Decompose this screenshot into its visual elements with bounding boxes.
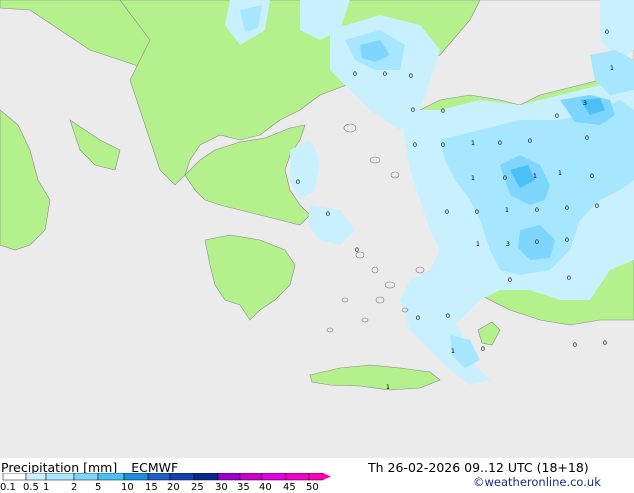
precip-value-label: 0 <box>595 202 599 210</box>
legend-swatch <box>2 473 27 481</box>
precip-value-label: 0 <box>326 210 330 218</box>
legend-tick-label: 50 <box>306 482 319 493</box>
precip-value-label: 0 <box>535 238 539 246</box>
precip-value-label: 0 <box>567 274 571 282</box>
precip-value-label: 0 <box>565 204 569 212</box>
precip-value-label: 0 <box>475 208 479 216</box>
legend-tick-label: 10 <box>121 482 134 493</box>
legend-swatch <box>308 473 324 481</box>
precip-value-label: 0 <box>528 137 532 145</box>
legend-swatch <box>123 473 149 481</box>
precip-value-label: 0 <box>573 341 577 349</box>
precip-value-label: 0 <box>353 70 357 78</box>
precip-value-label: 0 <box>605 28 609 36</box>
legend-swatch <box>147 473 171 481</box>
precip-value-label: 0 <box>498 139 502 147</box>
precip-value-label: 0 <box>445 208 449 216</box>
legend-tick-label: 35 <box>237 482 250 493</box>
legend-overflow-arrow <box>323 473 331 480</box>
precip-value-label: 0 <box>383 70 387 78</box>
precip-value-label: 0 <box>409 72 413 80</box>
precip-value-label: 3 <box>583 99 587 107</box>
precip-value-label: 0 <box>503 174 507 182</box>
precip-value-label: 1 <box>533 172 537 180</box>
legend-tick-label: 30 <box>215 482 228 493</box>
precip-value-label: 1 <box>558 169 562 177</box>
legend-swatch <box>285 473 310 481</box>
legend-tick-label: 2 <box>71 482 78 493</box>
legend-tick-label: 5 <box>95 482 102 493</box>
precip-value-label: 0 <box>416 314 420 322</box>
precip-value-label: 0 <box>441 107 445 115</box>
precip-value-label: 0 <box>441 141 445 149</box>
legend-swatch <box>73 473 99 481</box>
legend-swatch <box>217 473 241 481</box>
legend-tick-label: 0.5 <box>23 482 39 493</box>
precip-value-label: 0 <box>355 246 359 254</box>
precip-value-label: 1 <box>471 139 475 147</box>
precip-value-label: 3 <box>506 240 510 248</box>
precip-value-label: 0 <box>565 236 569 244</box>
legend-swatch <box>45 473 75 481</box>
precip-value-label: 0 <box>411 106 415 114</box>
precip-value-label: 1 <box>505 206 509 214</box>
precip-value-label: 1 <box>386 383 390 391</box>
precip-value-label: 0 <box>481 345 485 353</box>
legend-tick-label: 25 <box>191 482 204 493</box>
precip-value-label: 1 <box>451 347 455 355</box>
precip-value-label: 1 <box>610 64 614 72</box>
precip-value-label: 0 <box>296 178 300 186</box>
legend-swatch <box>239 473 263 481</box>
legend-swatch <box>193 473 219 481</box>
legend-tick-label: 0.1 <box>0 482 16 493</box>
precip-value-label: 0 <box>446 312 450 320</box>
legend-tick-label: 40 <box>259 482 272 493</box>
precip-value-label: 0 <box>413 141 417 149</box>
valid-time: Th 26-02-2026 09..12 UTC (18+18) <box>368 460 589 475</box>
precip-value-label: 1 <box>476 240 480 248</box>
precip-value-label: 0 <box>555 112 559 120</box>
legend-swatch <box>25 473 47 481</box>
legend-tick-label: 1 <box>43 482 50 493</box>
precip-value-label: 1 <box>471 174 475 182</box>
precipitation-map: 0 1 3 0 0 0 0 0 0 0 1 0 0 0 0 1 0 1 1 0 0 0 0 0 1 0 0 0 1 3 0 0 0 0 0 0 0 1 0 1… <box>0 0 634 458</box>
precip-value-label: 0 <box>508 276 512 284</box>
precip-value-label: 0 <box>590 172 594 180</box>
legend-swatch <box>169 473 195 481</box>
legend-tick-label: 20 <box>167 482 180 493</box>
legend-tick-label: 45 <box>283 482 296 493</box>
precip-value-label: 0 <box>603 339 607 347</box>
precip-value-label: 0 <box>535 206 539 214</box>
legend-swatch <box>97 473 125 481</box>
legend-tick-label: 15 <box>145 482 158 493</box>
precip-value-label: 0 <box>585 134 589 142</box>
legend-swatch <box>261 473 287 481</box>
copyright-link[interactable]: ©weatheronline.co.uk <box>473 475 601 489</box>
